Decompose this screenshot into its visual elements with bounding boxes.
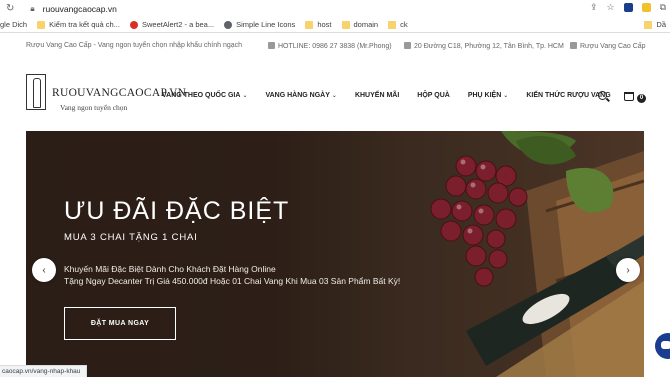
site-tagline: Rượu Vang Cao Cấp - Vang ngon tuyển chọn… (26, 42, 243, 49)
site-header: RUOUVANGCAOCAP.VN Vang ngon tuyển chọn V… (0, 60, 670, 130)
folder-icon (37, 20, 46, 29)
chevron-down-icon: ⌄ (503, 93, 509, 99)
bookmark-label: gle Dich (0, 20, 28, 29)
menu-label: HỘP QUÀ (417, 92, 450, 99)
menu-item-hop-qua[interactable]: HỘP QUÀ (417, 92, 450, 99)
bookmarks-bar: gle Dich Kiểm tra kết quả ch... SweetAle… (0, 17, 670, 33)
menu-item-vang-theo-quoc-gia[interactable]: VANG THEO QUỐC GIA ⌄ (162, 92, 247, 99)
bookmark-item[interactable]: host (305, 20, 332, 29)
menu-item-khuyen-mai[interactable]: KHUYẾN MÃI (355, 92, 399, 99)
chevron-right-icon: › (626, 264, 630, 276)
menu-item-phu-kien[interactable]: PHỤ KIỆN ⌄ (468, 92, 508, 99)
bookmark-item[interactable]: ck (388, 20, 408, 29)
address-input[interactable]: ruouvangcaocap.vn (43, 4, 117, 14)
chat-widget-icon[interactable] (655, 333, 670, 359)
star-icon[interactable]: ☆ (606, 2, 614, 13)
menu-label: VANG HÀNG NGÀY (265, 92, 330, 99)
bookmark-label: Simple Line Icons (236, 20, 296, 29)
bookmark-label: ck (400, 20, 408, 29)
order-now-button[interactable]: ĐẶT MUA NGAY (64, 307, 176, 340)
extensions-puzzle-icon[interactable]: ⧉ (660, 2, 666, 13)
bookmark-item[interactable]: domain (341, 20, 379, 29)
slider-next-button[interactable]: › (616, 258, 640, 282)
menu-item-vang-hang-ngay[interactable]: VANG HÀNG NGÀY ⌄ (265, 92, 336, 99)
hero-description-line1: Khuyến Mãi Đặc Biệt Dành Cho Khách Đặt H… (64, 264, 276, 274)
bookmark-item[interactable]: Dầ (644, 20, 666, 29)
location-icon (404, 42, 411, 49)
hero-description-line2: Tặng Ngay Decanter Trị Giá 450.000đ Hoặc… (64, 276, 401, 286)
browser-address-bar: ↻ 🔒︎ ruouvangcaocap.vn ⇪ ☆ ⧉ (0, 0, 670, 17)
top-info-bar: Rượu Vang Cao Cấp - Vang ngon tuyển chọn… (0, 38, 670, 56)
hotline-text: HOTLINE: 0986 27 3838 (Mr.Phong) (278, 43, 392, 50)
folder-icon (388, 20, 397, 29)
bookmark-label: domain (353, 20, 379, 29)
bookmark-item[interactable]: gle Dich (0, 20, 27, 29)
lock-icon[interactable]: 🔒︎ (30, 4, 34, 14)
chevron-down-icon: ⌄ (331, 93, 337, 99)
hero-subtitle: MUA 3 CHAI TẶNG 1 CHAI (64, 232, 198, 243)
cart-count-badge: 0 (637, 94, 646, 103)
facebook-link[interactable]: Rượu Vang Cao Cấp (570, 42, 646, 50)
folder-icon (644, 20, 653, 29)
facebook-icon (570, 42, 577, 49)
wine-grapes-illustration (430, 131, 644, 377)
extension-icon[interactable] (641, 3, 651, 12)
share-icon[interactable]: ⇪ (590, 2, 598, 13)
address-link[interactable]: 20 Đường C18, Phường 12, Tân Bình, Tp. H… (404, 42, 564, 50)
sweetalert-icon (129, 20, 138, 29)
bookmark-label: SweetAlert2 - a bea... (141, 20, 215, 29)
facebook-text: Rượu Vang Cao Cấp (580, 43, 646, 50)
bookmark-label: Kiểm tra kết quả ch... (49, 20, 120, 29)
bookmark-label: host (317, 20, 332, 29)
address-text: 20 Đường C18, Phường 12, Tân Bình, Tp. H… (414, 43, 564, 50)
hotline-link[interactable]: HOTLINE: 0986 27 3838 (Mr.Phong) (268, 42, 392, 50)
site-logo[interactable]: RUOUVANGCAOCAP.VN Vang ngon tuyển chọn (26, 74, 186, 116)
folder-icon (305, 20, 314, 29)
hero-title: ƯU ĐÃI ĐẶC BIỆT (64, 197, 290, 225)
bookmark-item[interactable]: Kiểm tra kết quả ch... (37, 20, 120, 29)
slider-prev-button[interactable]: ‹ (32, 258, 56, 282)
logo-subtitle: Vang ngon tuyển chọn (60, 103, 128, 112)
menu-label: PHỤ KIỆN (467, 92, 502, 99)
reload-icon[interactable]: ↻ (0, 3, 14, 14)
menu-label: KHUYẾN MÃI (354, 92, 400, 99)
phone-icon (268, 42, 275, 49)
hero-banner: ƯU ĐÃI ĐẶC BIỆT MUA 3 CHAI TẶNG 1 CHAI K… (26, 131, 644, 377)
chevron-left-icon: ‹ (42, 264, 46, 276)
status-bar-url: caocap.vn/vang-nhap-khau (0, 365, 88, 377)
folder-icon (341, 20, 350, 29)
menu-label: VANG THEO QUỐC GIA (162, 92, 241, 99)
extension-icon[interactable] (623, 3, 633, 12)
bookmark-item[interactable]: SweetAlert2 - a bea... (129, 20, 215, 29)
simpleline-icon (224, 20, 233, 29)
bookmark-label: Dầ (656, 20, 666, 29)
search-icon[interactable] (598, 91, 607, 100)
cart-icon[interactable] (624, 92, 634, 101)
wine-bottle-logo-icon (26, 74, 46, 110)
bookmark-item[interactable]: Simple Line Icons (224, 20, 295, 29)
chevron-down-icon: ⌄ (242, 93, 248, 99)
main-menu: VANG THEO QUỐC GIA ⌄ VANG HÀNG NGÀY ⌄ KHUY… (162, 92, 629, 99)
